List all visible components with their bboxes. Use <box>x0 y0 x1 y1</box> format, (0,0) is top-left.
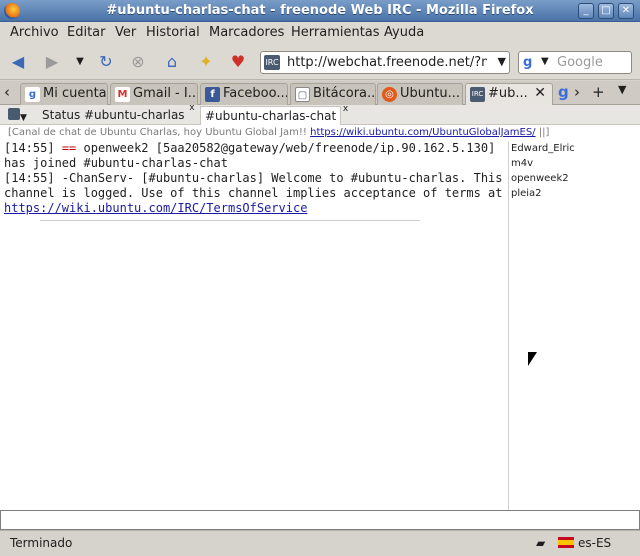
webchat-page: ▼ Status #ubuntu-charlas x #ubuntu-charl… <box>0 103 640 530</box>
back-icon[interactable]: ◀ <box>8 52 28 72</box>
tab-label: #ubuntu-charlas <box>84 108 185 122</box>
tab-label: Ubuntu... <box>400 86 460 101</box>
spain-flag-icon[interactable] <box>558 537 574 548</box>
close-channel-icon[interactable]: x <box>343 104 348 114</box>
menu-ayuda[interactable]: Ayuda <box>384 25 424 40</box>
tab-bitacora[interactable]: ▢ Bitácora... <box>290 83 376 105</box>
nick-item[interactable]: m4v <box>511 156 640 171</box>
status-bar: Terminado ▰ es-ES <box>0 530 640 556</box>
irc-window-tabs: ▼ Status #ubuntu-charlas x #ubuntu-charl… <box>0 103 640 125</box>
tab-label: Bitácora... <box>313 86 376 101</box>
url-bar[interactable]: IRC http://webchat.freenode.net/?ni ▼ <box>260 51 510 74</box>
search-bar[interactable]: g ▼ Google <box>518 51 632 74</box>
tab-mi-cuenta[interactable]: g Mi cuenta <box>20 83 108 105</box>
search-engine-dropdown-icon[interactable]: ▼ <box>541 56 549 67</box>
log-divider <box>40 220 420 221</box>
home-icon[interactable]: ⌂ <box>162 52 182 72</box>
close-window-button[interactable]: ✕ <box>618 3 634 19</box>
tab-label: Mi cuenta <box>43 86 107 101</box>
nick-item[interactable]: pleia2 <box>511 186 640 201</box>
bookmark-heart-icon[interactable]: ♥ <box>228 52 248 72</box>
nick-list: Edward_Elric m4v openweek2 pleia2 <box>508 141 640 513</box>
terms-link[interactable]: https://wiki.ubuntu.com/IRC/TermsOfServi… <box>4 201 307 215</box>
tab-label: Gmail - I... <box>133 86 198 101</box>
nick-item[interactable]: Edward_Elric <box>511 141 640 156</box>
topic-end: ||] <box>538 127 550 138</box>
chat-input[interactable] <box>0 510 640 530</box>
minimize-button[interactable]: _ <box>578 3 594 19</box>
tab-irc-active[interactable]: IRC #ub... ✕ <box>465 83 553 106</box>
log-text: openweek2 [5aa20582@gateway/web/freenode… <box>83 141 496 155</box>
url-input[interactable]: http://webchat.freenode.net/?ni <box>287 55 487 70</box>
tab-label: #ubuntu-charlas-chat <box>205 109 337 123</box>
channel-topic: [Canal de chat de Ubuntu Charlas, hoy Ub… <box>8 127 549 138</box>
google-icon: g <box>25 87 40 102</box>
new-tab-plus-icon[interactable]: + <box>592 83 605 101</box>
chat-log: [14:55] == openweek2 [5aa20582@gateway/w… <box>4 141 508 221</box>
blog-icon: ▢ <box>295 87 310 102</box>
irc-icon: IRC <box>470 87 485 102</box>
timestamp: [14:55] <box>4 141 55 155</box>
tab-label: Faceboo... <box>223 86 288 101</box>
tab-ubuntu[interactable]: ◎ Ubuntu... <box>377 83 463 105</box>
tab-gmail[interactable]: M Gmail - I... <box>110 83 198 105</box>
maximize-button[interactable]: □ <box>598 3 614 19</box>
facebook-icon: f <box>205 87 220 102</box>
stop-icon[interactable]: ⊗ <box>128 52 148 72</box>
language-indicator[interactable]: es-ES <box>578 536 611 550</box>
addon-icon[interactable]: ▰ <box>536 536 545 550</box>
tab-status[interactable]: Status <box>38 106 84 125</box>
tab-strip: ‹ g Mi cuenta M Gmail - I... f Faceboo..… <box>0 81 640 106</box>
log-line: channel is logged. Use of this channel i… <box>4 186 503 200</box>
tab-scroll-left-icon[interactable]: ‹ <box>4 83 10 101</box>
gmail-icon: M <box>115 87 130 102</box>
reload-icon[interactable]: ↻ <box>96 52 116 72</box>
menu-bar: Archivo Editar Ver Historial Marcadores … <box>0 22 640 44</box>
tab-scroll-right-icon[interactable]: › <box>574 83 580 101</box>
site-identity-icon[interactable]: IRC <box>264 55 280 70</box>
window-title: #ubuntu-charlas-chat - freenode Web IRC … <box>106 3 534 18</box>
forward-icon[interactable]: ▶ <box>42 52 62 72</box>
close-channel-icon[interactable]: x <box>189 103 194 113</box>
history-dropdown-icon[interactable]: ▼ <box>70 52 90 72</box>
menu-marcadores[interactable]: Marcadores <box>209 25 284 40</box>
tab-ubuntu-charlas[interactable]: #ubuntu-charlas x <box>80 103 195 125</box>
mouse-cursor-icon <box>528 352 537 366</box>
url-dropdown-icon[interactable]: ▼ <box>498 55 506 68</box>
menu-herramientas[interactable]: Herramientas <box>291 25 380 40</box>
log-line: https://wiki.ubuntu.com/IRC/TermsOfServi… <box>4 201 508 216</box>
topic-link[interactable]: https://wiki.ubuntu.com/UbuntuGlobalJamE… <box>310 127 535 138</box>
window-titlebar: #ubuntu-charlas-chat - freenode Web IRC … <box>0 0 640 22</box>
join-marker: == <box>61 141 77 155</box>
menu-archivo[interactable]: Archivo <box>10 25 59 40</box>
tab-label: #ub... <box>488 86 528 101</box>
new-tab-icon[interactable]: ✦ <box>196 52 216 72</box>
google-tab-icon[interactable]: g <box>558 83 569 101</box>
irc-options-icon[interactable]: ▼ <box>4 106 36 125</box>
topic-text: [Canal de chat de Ubuntu Charlas, hoy Ub… <box>8 127 307 138</box>
ubuntu-icon: ◎ <box>382 87 397 102</box>
status-text: Terminado <box>10 536 73 550</box>
nick-item[interactable]: openweek2 <box>511 171 640 186</box>
navigation-toolbar: ◀ ▶ ▼ ↻ ⊗ ⌂ ✦ ♥ IRC http://webchat.freen… <box>0 44 640 80</box>
google-search-engine-icon[interactable]: g <box>523 55 539 71</box>
tab-ubuntu-charlas-chat[interactable]: #ubuntu-charlas-chat x <box>200 104 348 125</box>
log-line: has joined #ubuntu-charlas-chat <box>4 156 228 170</box>
tab-list-dropdown-icon[interactable]: ▼ <box>618 83 626 96</box>
close-tab-icon[interactable]: ✕ <box>534 85 546 101</box>
menu-editar[interactable]: Editar <box>67 25 106 40</box>
log-line: [14:55] -ChanServ- [#ubuntu-charlas] Wel… <box>4 171 503 185</box>
log-line: [14:55] == openweek2 [5aa20582@gateway/w… <box>4 141 508 156</box>
tab-facebook[interactable]: f Faceboo... <box>200 83 288 105</box>
menu-ver[interactable]: Ver <box>115 25 136 40</box>
search-input[interactable]: Google <box>557 55 603 70</box>
menu-historial[interactable]: Historial <box>146 25 200 40</box>
